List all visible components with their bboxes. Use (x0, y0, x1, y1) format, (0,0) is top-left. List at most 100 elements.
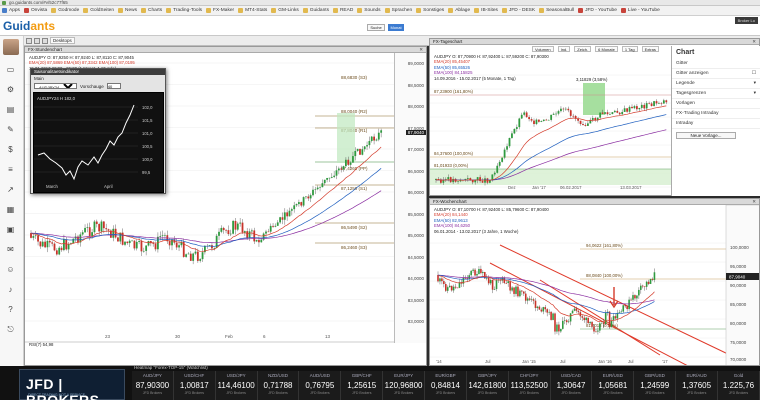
tab-monat[interactable]: Monat (388, 24, 404, 31)
quote-cell[interactable]: GBP/CHF 1,25615 JFD Brokers (341, 371, 384, 400)
mini-tick: 102,0 (142, 105, 153, 110)
candle-body (506, 146, 508, 150)
close-icon[interactable]: ✕ (419, 47, 426, 52)
quote-cell[interactable]: EUR/AUD 1,37605 JFD Brokers (676, 371, 719, 400)
lookback-input[interactable] (106, 83, 121, 89)
gear-icon[interactable]: ⚙ (5, 84, 16, 95)
folder-icon (448, 8, 454, 13)
url-text[interactable]: go.guidants.com/#v/52c77f65 (9, 0, 68, 5)
bookmark-19[interactable]: JFD - YouTube (576, 8, 619, 13)
logout-icon[interactable]: ⎋ (5, 324, 16, 335)
bookmark-15[interactable]: Ablage (446, 8, 472, 13)
legend-row: 06.01.2014 - 13.02.2017 (3 Jahre, 1 Woch… (434, 228, 519, 234)
candle-body (609, 114, 611, 115)
bell-icon[interactable]: ♪ (5, 284, 16, 295)
broker-login-button[interactable]: Broker Lo (734, 17, 758, 24)
quote-cell[interactable]: USD/CHF 1,00817 JFD Brokers (174, 371, 216, 400)
candle-body (161, 235, 164, 236)
candle-body (643, 104, 646, 109)
bookmark-14[interactable]: Sonstiges (414, 8, 446, 13)
help-icon[interactable]: ? (5, 304, 16, 315)
bookmark-20[interactable]: Live - YouTube (619, 8, 662, 13)
quote-value: 1,30647 (556, 381, 586, 390)
bookmark-16[interactable]: IB-Sites (472, 8, 500, 13)
avatar[interactable] (3, 39, 19, 55)
quote-cell[interactable]: GBP/USD 1,24599 JFD Brokers (634, 371, 677, 400)
quote-cell[interactable]: AUD/USD 0,76795 JFD Brokers (299, 371, 342, 400)
sidebar-row[interactable]: Gitter (672, 59, 760, 69)
candle-body (608, 311, 611, 328)
candle-body (302, 197, 305, 206)
trend-icon[interactable]: ↗ (5, 184, 16, 195)
desktops-button[interactable]: Desktops (50, 37, 75, 44)
candle-body (187, 253, 190, 255)
forward-icon[interactable] (34, 37, 40, 44)
sidebar-row[interactable]: Vorlagen (672, 99, 760, 109)
close-icon[interactable]: ✕ (752, 199, 759, 204)
quote-cell[interactable]: Gold 1.225,76 JFD Brokers (718, 371, 760, 400)
bookmark-7[interactable]: FX-Maker (204, 8, 236, 13)
quote-cell[interactable]: USD/CAD 1,30647 JFD Brokers (551, 371, 593, 400)
chart-icon[interactable]: ▤ (5, 104, 16, 115)
candle-body (556, 324, 558, 332)
price-tick: 88,0000 (407, 104, 424, 109)
quote-cell[interactable]: CHF/JPY 113,52500 JFD Brokers (509, 371, 551, 400)
bookmark-6[interactable]: Trading-Tools (164, 8, 204, 13)
candle-body (255, 240, 258, 242)
list-icon[interactable]: ≡ (5, 164, 16, 175)
bookmark-2[interactable]: Godmode (49, 8, 81, 13)
dollar-icon[interactable]: $ (5, 144, 16, 155)
seasonality-indicator-window[interactable]: Saisonalitaetsindikator Main AUDJPY24 Vo… (30, 68, 166, 194)
bookmark-1[interactable]: Onvista (22, 8, 49, 13)
layout-icon[interactable] (42, 37, 48, 44)
bookmark-0[interactable]: Apps (0, 8, 22, 13)
sidebar-row[interactable]: FX-Trading Intraday (672, 109, 760, 119)
quote-cell[interactable]: GBP/JPY 142,61800 JFD Brokers (467, 371, 509, 400)
quote-cell[interactable]: EUR/JPY 120,96800 JFD Brokers (383, 371, 426, 400)
bookmark-13[interactable]: Sprachen (383, 8, 415, 13)
quote-cell[interactable]: EUR/USD 1,05681 JFD Brokers (592, 371, 635, 400)
candle-body (479, 177, 481, 182)
sidebar-row[interactable]: Gitter anzeigen ☐ (672, 69, 760, 79)
close-icon[interactable]: ✕ (752, 39, 759, 44)
quote-source: JFD Brokers (184, 391, 205, 395)
chart-legend: AUDJPY O: 87,70900 H: 87,92400 L: 87,592… (434, 54, 549, 81)
quote-cell[interactable]: USD/JPY 114,46100 JFD Brokers (216, 371, 258, 400)
candle-body (128, 240, 131, 244)
candle-body (651, 279, 654, 280)
quote-symbol: AUD/USD (309, 373, 330, 378)
bookmark-12[interactable]: Sounds (355, 8, 382, 13)
bookmark-3[interactable]: GoldSeiten (81, 8, 116, 13)
bookmark-4[interactable]: News (116, 8, 139, 13)
search-button[interactable]: Suche (367, 24, 385, 31)
quote-cell[interactable]: EUR/GBP 0,84814 JFD Brokers (425, 371, 467, 400)
monitor-icon[interactable]: ▭ (5, 64, 16, 75)
symbol-select[interactable]: AUDJPY24 (34, 83, 77, 89)
guidants-logo[interactable]: Guidants (3, 19, 55, 33)
jfd-brokers-logo[interactable]: JFD | BROKERS DIRECT TRADING NOT A SERVI… (19, 369, 125, 400)
back-icon[interactable] (26, 37, 32, 44)
bookmark-17[interactable]: JFD - DESK (500, 8, 537, 13)
candle-body (521, 290, 523, 292)
bookmark-11[interactable]: READ (331, 8, 355, 13)
grid-icon[interactable]: ▦ (5, 204, 16, 215)
sidebar-row[interactable]: Legende ▾ (672, 79, 760, 89)
sidebar-row[interactable]: Tagesgrenzen ▾ (672, 89, 760, 99)
sidebar-row-label: Gitter anzeigen (676, 71, 709, 76)
bookmark-18[interactable]: SeasonalBull (537, 8, 576, 13)
user-icon[interactable]: ☺ (5, 264, 16, 275)
bookmark-9[interactable]: GM-Links (269, 8, 301, 13)
sidebar-row-value: ▾ (753, 91, 756, 96)
mail-icon[interactable]: ✉ (5, 244, 16, 255)
bookmark-8[interactable]: MT4-Stats (236, 8, 269, 13)
candle-body (583, 317, 586, 321)
wrench-icon[interactable]: ✎ (5, 124, 16, 135)
folder-icon (501, 8, 507, 13)
bookmark-10[interactable]: Guidants (301, 8, 331, 13)
quote-cell[interactable]: AUD/JPY 87,90300 JFD Brokers (132, 371, 174, 400)
bookmark-5[interactable]: Charts (139, 8, 164, 13)
calendar-icon[interactable]: ▣ (5, 224, 16, 235)
quote-cell[interactable]: NZD/USD 0,71788 JFD Brokers (258, 371, 300, 400)
new-template-button[interactable]: Neue Vorlage... (676, 132, 736, 139)
sidebar-row[interactable]: Intraday (672, 119, 760, 129)
